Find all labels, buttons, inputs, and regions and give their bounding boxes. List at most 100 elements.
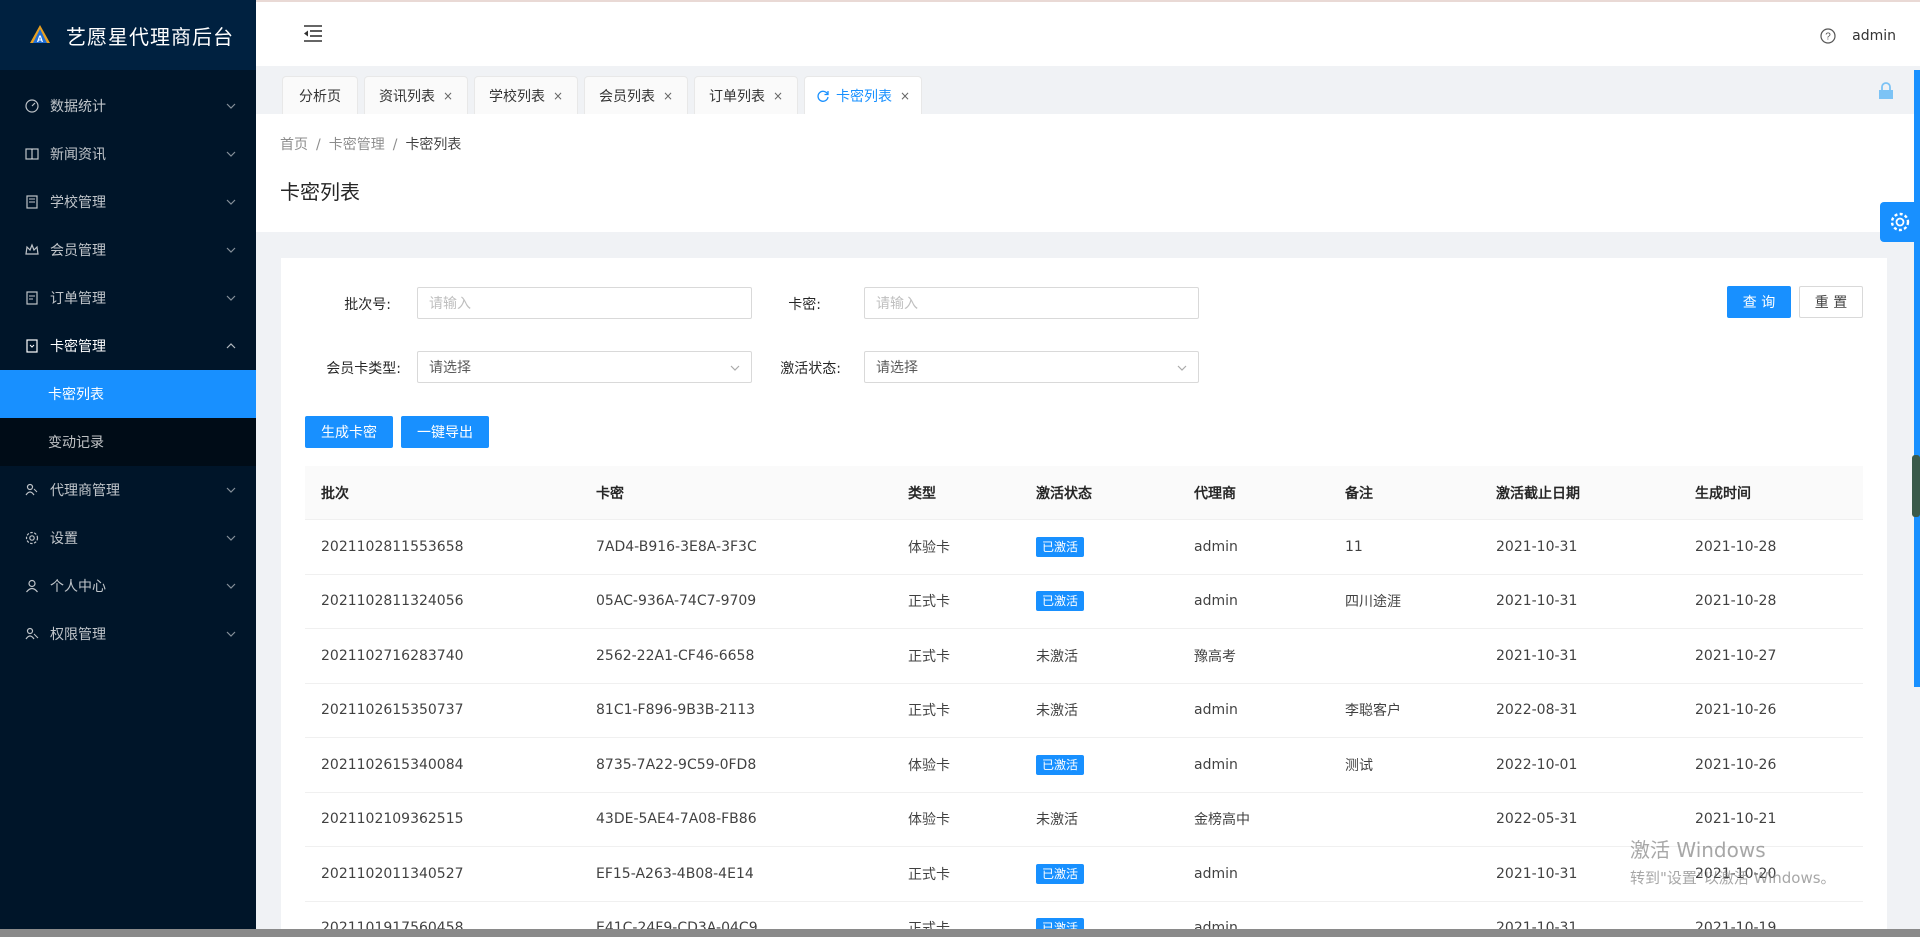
side-menu: 数据统计 新闻资讯 学校管理 会员管理 订单管理 卡密管理 卡密列表 变动记录 … [0, 82, 256, 658]
table-cell: 测试 [1329, 755, 1480, 775]
sidebar-item-cards[interactable]: 卡密管理 [0, 322, 256, 370]
app-title: 艺愿星代理商后台 [66, 24, 234, 49]
status-badge: 已激活 [1036, 863, 1085, 884]
logo[interactable]: A 艺愿星代理商后台 [0, 0, 256, 70]
sidebar: A 艺愿星代理商后台 数据统计 新闻资讯 学校管理 会员管理 订单管理 卡密管理… [0, 0, 256, 937]
close-icon[interactable]: × [773, 89, 783, 103]
table-cell: 2021102716283740 [305, 648, 580, 664]
cell-text: 2021102011340527 [321, 865, 464, 882]
tab-label: 卡密列表 [835, 88, 892, 105]
column-header: 代理商 [1194, 485, 1236, 502]
reset-button[interactable]: 重 置 [1799, 286, 1863, 318]
lock-icon[interactable] [1878, 82, 1894, 100]
cell-text: 2021-10-31 [1496, 647, 1578, 664]
sidebar-item-schools[interactable]: 学校管理 [0, 178, 256, 226]
table-cell: 正式卡 [892, 864, 1020, 884]
table-cell: 2022-08-31 [1480, 702, 1679, 718]
chevron-down-icon [226, 581, 236, 591]
sidebar-item-label: 设置 [50, 531, 78, 547]
table-cell: 正式卡 [892, 591, 1020, 611]
cell-text: 2022-08-31 [1496, 702, 1578, 719]
sidebar-item-members[interactable]: 会员管理 [0, 226, 256, 274]
cell-text: 正式卡 [908, 703, 950, 720]
sidebar-item-label: 订单管理 [50, 291, 106, 307]
sidebar-item-label: 个人中心 [50, 579, 106, 595]
sidebar-item-news[interactable]: 新闻资讯 [0, 130, 256, 178]
cell-text: 2562-22A1-CF46-6658 [596, 647, 755, 664]
logo-icon: A [30, 25, 50, 44]
breadcrumb-separator: / [316, 137, 321, 153]
user-name[interactable]: admin [1852, 28, 1896, 44]
table-cell: admin [1178, 866, 1329, 882]
table-cell: 已激活 [1020, 536, 1178, 557]
cell-text: admin [1194, 593, 1238, 610]
table-row[interactable]: 2021102716283740 2562-22A1-CF46-6658 正式卡 未激… [305, 629, 1863, 684]
table-cell: 2021-10-28 [1679, 539, 1863, 555]
chevron-down-icon [226, 245, 236, 255]
cell-text: 豫高考 [1194, 648, 1236, 665]
tab-card-list[interactable]: 卡密列表 × [804, 76, 922, 114]
table-header: 批次 卡密 类型 激活状态 代理商 备注 激活截止日期 生成时间 [305, 466, 1863, 520]
cell-text: admin [1194, 865, 1238, 882]
sidebar-item-settings[interactable]: 设置 [0, 514, 256, 562]
table-cell: 2021102011340527 [305, 866, 580, 882]
table-cell: 未激活 [1020, 809, 1178, 829]
tab-member-list[interactable]: 会员列表 × [584, 76, 688, 114]
breadcrumb-card-management[interactable]: 卡密管理 [329, 137, 385, 153]
card-input[interactable]: 请输入 [864, 287, 1199, 319]
tab-analysis[interactable]: 分析页 [282, 76, 358, 114]
cell-text: EF15-A263-4B08-4E14 [596, 865, 754, 882]
page-header: 首页 / 卡密管理 / 卡密列表 卡密列表 [256, 114, 1920, 232]
table-row[interactable]: 2021102615340084 8735-7A22-9C59-0FD8 体验卡 已激… [305, 738, 1863, 793]
sidebar-item-permissions[interactable]: 权限管理 [0, 610, 256, 658]
close-icon[interactable]: × [663, 89, 673, 103]
windows-activation-watermark: 激活 Windows 转到"设置"以激活 Windows。 [1630, 834, 1836, 888]
sidebar-item-profile[interactable]: 个人中心 [0, 562, 256, 610]
table-cell: 2022-10-01 [1480, 757, 1679, 773]
tab-school-list[interactable]: 学校列表 × [474, 76, 578, 114]
scrollbar-track[interactable] [1914, 70, 1920, 687]
tab-order-list[interactable]: 订单列表 × [694, 76, 798, 114]
sidebar-item-data-stats[interactable]: 数据统计 [0, 82, 256, 130]
status-select[interactable]: 请选择 [864, 351, 1199, 383]
sidebar-subitem-change-log[interactable]: 变动记录 [0, 418, 256, 466]
cell-text: 正式卡 [908, 594, 950, 611]
table-cell: 2021-10-26 [1679, 757, 1863, 773]
tab-news-list[interactable]: 资讯列表 × [364, 76, 468, 114]
setting-icon [24, 530, 40, 546]
close-icon[interactable]: × [553, 89, 563, 103]
dashboard-icon [24, 98, 40, 114]
sidebar-subitem-card-list[interactable]: 卡密列表 [0, 370, 256, 418]
generate-cards-button[interactable]: 生成卡密 [305, 416, 393, 448]
sidebar-item-agents[interactable]: 代理商管理 [0, 466, 256, 514]
query-button[interactable]: 查 询 [1727, 286, 1791, 318]
breadcrumb-current: 卡密列表 [405, 137, 462, 153]
menu-fold-icon[interactable] [302, 22, 324, 44]
sidebar-item-orders[interactable]: 订单管理 [0, 274, 256, 322]
table-row[interactable]: 2021102811553658 7AD4-B916-3E8A-3F3C 体验卡 已激… [305, 520, 1863, 575]
batch-input[interactable]: 请输入 [417, 287, 752, 319]
card-type-select[interactable]: 请选择 [417, 351, 752, 383]
close-icon[interactable]: × [900, 89, 910, 103]
cell-text: 2021102811553658 [321, 538, 464, 555]
cell-text: 2021102109362515 [321, 811, 464, 828]
export-button[interactable]: 一键导出 [401, 416, 489, 448]
column-header: 激活截止日期 [1496, 485, 1580, 502]
tab-label: 资讯列表 [378, 88, 435, 105]
question-icon[interactable]: ? [1820, 28, 1836, 44]
cell-text: 2021-10-27 [1695, 647, 1777, 664]
reload-icon[interactable] [816, 89, 830, 103]
table-row[interactable]: 2021102615350737 81C1-F896-9B3B-2113 正式卡 未激… [305, 684, 1863, 738]
close-icon[interactable]: × [443, 89, 453, 103]
card-submenu: 卡密列表 变动记录 [0, 370, 256, 466]
chevron-up-icon [226, 341, 236, 351]
taskbar-edge [0, 929, 1920, 937]
sidebar-item-label: 代理商管理 [50, 483, 120, 499]
table-cell: 2021102811553658 [305, 539, 580, 555]
chevron-down-icon [226, 101, 236, 111]
chevron-down-icon [226, 149, 236, 159]
breadcrumb-home[interactable]: 首页 [280, 137, 308, 153]
scrollbar-thumb[interactable] [1912, 455, 1920, 517]
user-icon [24, 578, 40, 594]
table-row[interactable]: 2021102811324056 05AC-936A-74C7-9709 正式卡 已激… [305, 575, 1863, 629]
